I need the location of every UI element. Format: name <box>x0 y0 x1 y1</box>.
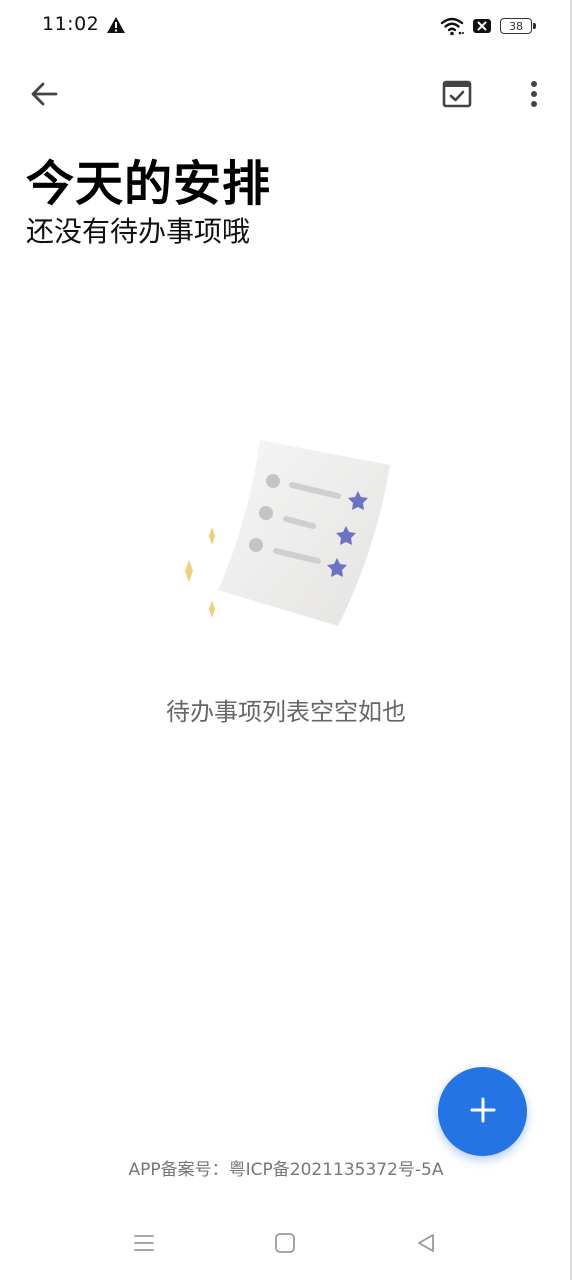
nav-back-button[interactable] <box>406 1228 446 1262</box>
home-square-icon <box>274 1232 296 1258</box>
back-triangle-icon <box>415 1232 437 1258</box>
sim-off-icon <box>472 17 492 35</box>
more-options-button[interactable] <box>510 72 558 120</box>
plus-icon <box>469 1096 497 1128</box>
status-time: 11:02 <box>42 13 100 35</box>
icp-record-text: APP备案号：粤ICP备2021135372号-5A <box>128 1160 444 1180</box>
page-title: 今天的安排 <box>26 156 272 212</box>
wifi-icon <box>440 16 464 36</box>
todo-list-illustration <box>170 430 400 640</box>
system-nav-bar <box>0 1218 572 1272</box>
nav-menu-button[interactable] <box>124 1228 164 1262</box>
menu-icon <box>133 1233 155 1257</box>
battery-level: 38 <box>509 19 523 33</box>
back-button[interactable] <box>20 72 68 120</box>
status-icons: 38 <box>440 14 536 38</box>
status-bar: 11:02 38 <box>0 0 572 52</box>
arrow-left-icon <box>29 81 59 111</box>
alert-icon <box>106 16 126 34</box>
empty-state-message: 待办事项列表空空如也 <box>166 698 406 726</box>
nav-home-button[interactable] <box>265 1228 305 1262</box>
calendar-check-icon <box>442 80 472 112</box>
more-vertical-icon <box>529 80 539 112</box>
battery-icon: 38 <box>500 18 536 34</box>
calendar-button[interactable] <box>433 72 481 120</box>
page-subtitle: 还没有待办事项哦 <box>26 215 251 248</box>
add-todo-button[interactable] <box>438 1067 527 1156</box>
